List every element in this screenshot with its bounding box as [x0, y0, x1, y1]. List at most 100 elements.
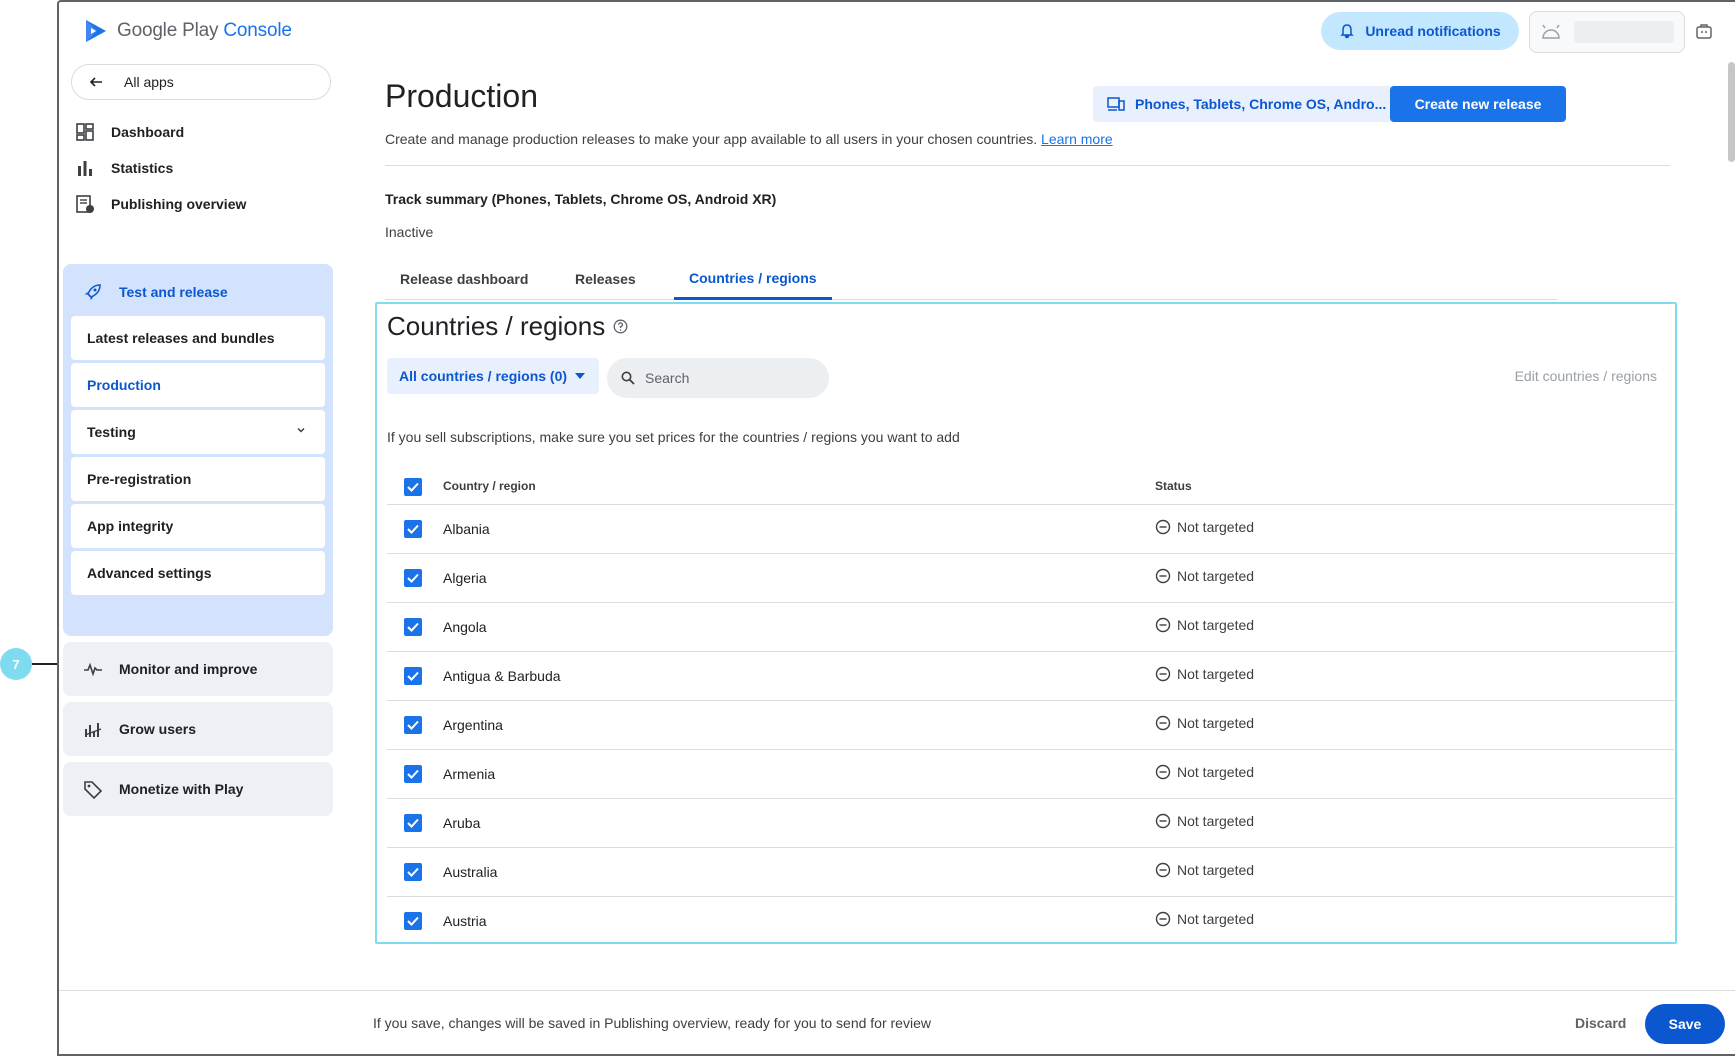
country-name: Argentina [443, 717, 503, 733]
countries-regions-card: Countries / regions All countries / regi… [375, 302, 1677, 944]
table-row[interactable]: Antigua & Barbuda Not targeted [387, 652, 1674, 701]
search-input[interactable]: Search [607, 358, 829, 398]
table-row[interactable]: Argentina Not targeted [387, 701, 1674, 750]
sidebar-item-label: Grow users [119, 721, 197, 737]
table-row[interactable]: Australia Not targeted [387, 848, 1674, 897]
status-cell: Not targeted [1155, 911, 1254, 927]
edit-countries-link[interactable]: Edit countries / regions [1515, 368, 1657, 384]
table-row[interactable]: Armenia Not targeted [387, 750, 1674, 799]
sidebar-item-label: Publishing overview [111, 196, 247, 212]
sidebar-item-dashboard[interactable]: Dashboard [75, 114, 325, 150]
devices-icon [1107, 97, 1125, 111]
status-cell: Not targeted [1155, 666, 1254, 682]
sidebar-item-monetize[interactable]: Monetize with Play [63, 762, 333, 816]
notifications-button[interactable]: Unread notifications [1321, 12, 1519, 50]
checkmark-icon [407, 622, 419, 632]
country-name: Armenia [443, 766, 496, 782]
sidebar-item-latest-releases[interactable]: Latest releases and bundles [71, 316, 325, 360]
country-name: Algeria [443, 570, 487, 586]
row-checkbox[interactable] [404, 863, 422, 881]
table-row[interactable]: Algeria Not targeted [387, 554, 1674, 603]
sidebar-item-label: Monetize with Play [119, 781, 244, 797]
table-row[interactable]: Aruba Not targeted [387, 799, 1674, 848]
checkmark-icon [407, 916, 419, 926]
checkmark-icon [407, 769, 419, 779]
row-checkbox[interactable] [404, 618, 422, 636]
tab-release-dashboard[interactable]: Release dashboard [400, 258, 528, 300]
search-icon [621, 371, 635, 385]
track-summary-title: Track summary (Phones, Tablets, Chrome O… [385, 191, 777, 207]
discard-button[interactable]: Discard [1575, 1015, 1626, 1031]
store-icon[interactable] [1695, 22, 1713, 40]
save-message: If you save, changes will be saved in Pu… [373, 1015, 931, 1031]
sidebar-item-label: Dashboard [111, 124, 185, 140]
row-checkbox[interactable] [404, 569, 422, 587]
tab-countries-regions[interactable]: Countries / regions [674, 258, 832, 300]
checkmark-icon [407, 524, 419, 534]
not-targeted-icon [1155, 715, 1171, 731]
all-apps-button[interactable]: All apps [71, 64, 331, 100]
sidebar-item-statistics[interactable]: Statistics [75, 150, 325, 186]
sidebar-item-testing[interactable]: Testing [71, 410, 325, 454]
not-targeted-icon [1155, 519, 1171, 535]
table-header: Country / region Status [387, 467, 1674, 505]
sidebar-item-label: Production [87, 377, 161, 393]
sidebar: All apps Dashboard Statistics Publishing… [59, 62, 339, 992]
track-status: Inactive [385, 224, 434, 240]
row-checkbox[interactable] [404, 716, 422, 734]
sidebar-item-app-integrity[interactable]: App integrity [71, 504, 325, 548]
save-button[interactable]: Save [1645, 1004, 1725, 1044]
tag-icon [84, 781, 103, 799]
play-console-logo[interactable]: Google Play Console [83, 18, 292, 44]
status-label: Not targeted [1177, 617, 1255, 633]
sidebar-item-advanced-settings[interactable]: Advanced settings [71, 551, 325, 595]
scrollbar-thumb[interactable] [1728, 62, 1735, 162]
device-type-selector[interactable]: Phones, Tablets, Chrome OS, Andro... [1093, 86, 1413, 122]
help-icon[interactable] [613, 319, 628, 334]
row-checkbox[interactable] [404, 912, 422, 930]
table-row[interactable]: Albania Not targeted [387, 505, 1674, 554]
sidebar-item-monitor-and-improve[interactable]: Monitor and improve [63, 642, 333, 696]
sidebar-item-pre-registration[interactable]: Pre-registration [71, 457, 325, 501]
sidebar-item-production[interactable]: Production [71, 363, 325, 407]
select-all-checkbox[interactable] [404, 478, 422, 496]
subscription-info-text: If you sell subscriptions, make sure you… [387, 429, 960, 445]
save-bar: If you save, changes will be saved in Pu… [59, 990, 1735, 1054]
not-targeted-icon [1155, 813, 1171, 829]
sidebar-item-label: Monitor and improve [119, 661, 258, 677]
table-row[interactable]: Angola Not targeted [387, 603, 1674, 652]
scrollbar[interactable] [1728, 62, 1735, 992]
country-name: Austria [443, 913, 487, 929]
country-name: Albania [443, 521, 490, 537]
checkmark-icon [407, 671, 419, 681]
sidebar-item-label: Testing [87, 424, 136, 440]
android-icon [1542, 24, 1560, 39]
row-checkbox[interactable] [404, 765, 422, 783]
column-header-country: Country / region [443, 479, 536, 493]
row-checkbox[interactable] [404, 520, 422, 538]
bar-chart-icon [78, 161, 92, 176]
create-new-release-button[interactable]: Create new release [1390, 86, 1566, 122]
status-label: Not targeted [1177, 764, 1255, 780]
sidebar-item-grow-users[interactable]: Grow users [63, 702, 333, 756]
notifications-label: Unread notifications [1365, 23, 1501, 39]
sidebar-item-publishing-overview[interactable]: Publishing overview [75, 186, 325, 222]
sidebar-item-label: App integrity [87, 518, 174, 534]
learn-more-link[interactable]: Learn more [1041, 131, 1113, 147]
sidebar-item-test-and-release[interactable]: Test and release [83, 272, 228, 312]
status-label: Not targeted [1177, 911, 1255, 927]
back-arrow-icon [89, 77, 102, 87]
status-cell: Not targeted [1155, 568, 1254, 584]
top-bar: Google Play Console Unread notifications [59, 2, 1735, 62]
page-description: Create and manage production releases to… [385, 131, 1113, 147]
device-selector-label: Phones, Tablets, Chrome OS, Andro... [1135, 96, 1387, 112]
not-targeted-icon [1155, 764, 1171, 780]
status-label: Not targeted [1177, 568, 1255, 584]
row-checkbox[interactable] [404, 667, 422, 685]
table-row[interactable]: Austria Not targeted [387, 897, 1674, 942]
tab-releases[interactable]: Releases [575, 258, 636, 300]
countries-filter-dropdown[interactable]: All countries / regions (0) [387, 358, 599, 394]
app-selector[interactable] [1529, 11, 1685, 53]
country-name: Australia [443, 864, 498, 880]
row-checkbox[interactable] [404, 814, 422, 832]
